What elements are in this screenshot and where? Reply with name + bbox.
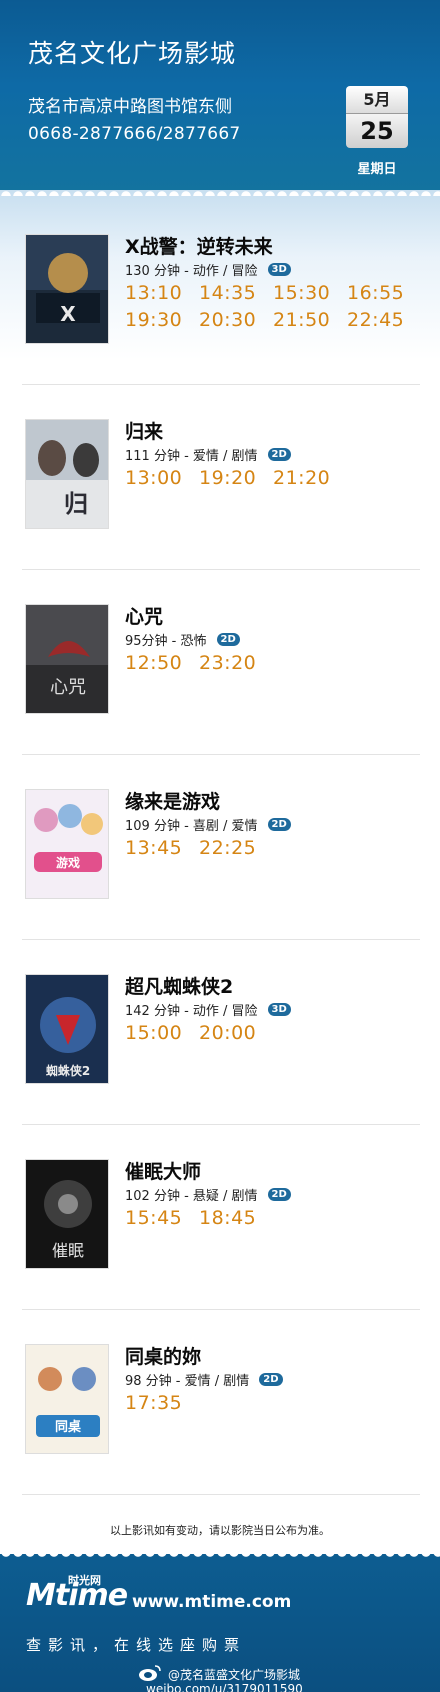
showtime[interactable]: 15:00 <box>125 1022 182 1044</box>
showtime[interactable]: 21:50 <box>273 309 330 331</box>
movie-duration-genre: 102 分钟 - 悬疑 / 剧情 <box>125 1189 258 1204</box>
cinema-phone[interactable]: 0668-2877666/2877667 <box>28 124 241 144</box>
footer: Mtime 时光网 www.mtime.com 查影讯，在线选座购票 @茂名蓝盛… <box>0 1554 440 1692</box>
date-day: 25 <box>346 114 408 148</box>
weibo-account[interactable]: @茂名蓝盛文化广场影城 <box>168 1666 300 1683</box>
movie-title[interactable]: X战警：逆转未来 <box>125 232 273 259</box>
movie-meta: 102 分钟 - 悬疑 / 剧情 2D <box>125 1185 291 1204</box>
schedule-notice: 以上影讯如有变动，请以影院当日公布为准。 <box>110 1524 330 1537</box>
movie-meta: 109 分钟 - 喜剧 / 爱情 2D <box>125 815 291 834</box>
movie-poster[interactable]: 催眠 <box>25 1159 109 1269</box>
date-calendar: 5月 25 <box>346 86 408 148</box>
movie-meta: 111 分钟 - 爱情 / 剧情 2D <box>125 445 291 464</box>
divider <box>22 939 420 940</box>
movie-item[interactable]: 游戏 缘来是游戏 109 分钟 - 喜剧 / 爱情 2D 13:45 22:25 <box>22 777 420 962</box>
movie-poster[interactable]: 游戏 <box>25 789 109 899</box>
showtime[interactable]: 18:45 <box>199 1207 256 1229</box>
movie-item[interactable]: 归 归来 111 分钟 - 爱情 / 剧情 2D 13:00 19:20 21:… <box>22 407 420 592</box>
movie-duration-genre: 130 分钟 - 动作 / 冒险 <box>125 264 258 279</box>
divider <box>22 1309 420 1310</box>
showtime[interactable]: 21:20 <box>273 467 330 489</box>
weibo-url-link[interactable]: weibo.com/u/3179011590 <box>146 1682 303 1692</box>
svg-text:催眠: 催眠 <box>52 1241 84 1260</box>
movie-duration-genre: 95分钟 - 恐怖 <box>125 634 207 649</box>
mtime-logo[interactable]: Mtime 时光网 <box>26 1574 128 1614</box>
scalloped-edge <box>0 186 440 196</box>
movie-meta: 95分钟 - 恐怖 2D <box>125 630 240 649</box>
scalloped-edge <box>0 1552 440 1562</box>
movie-title[interactable]: 缘来是游戏 <box>125 787 220 814</box>
movie-title[interactable]: 同桌的妳 <box>125 1342 201 1369</box>
svg-text:游戏: 游戏 <box>56 855 80 870</box>
format-badge: 2D <box>267 1188 291 1201</box>
format-badge: 2D <box>216 633 240 646</box>
showtime[interactable]: 14:35 <box>199 282 256 304</box>
site-url-link[interactable]: www.mtime.com <box>132 1592 291 1612</box>
showtime[interactable]: 15:45 <box>125 1207 182 1229</box>
divider <box>22 569 420 570</box>
movie-title[interactable]: 超凡蜘蛛侠2 <box>125 972 233 999</box>
showtime[interactable]: 20:00 <box>199 1022 256 1044</box>
divider <box>22 1124 420 1125</box>
movie-meta: 98 分钟 - 爱情 / 剧情 2D <box>125 1370 283 1389</box>
format-badge: 3D <box>267 1003 291 1016</box>
movie-meta: 130 分钟 - 动作 / 冒险 3D <box>125 260 291 279</box>
divider <box>22 754 420 755</box>
footer-slogan: 查影讯，在线选座购票 <box>26 1636 247 1654</box>
movie-item[interactable]: 心咒 心咒 95分钟 - 恐怖 2D 12:50 23:20 <box>22 592 420 777</box>
format-badge: 3D <box>267 263 291 276</box>
movie-duration-genre: 98 分钟 - 爱情 / 剧情 <box>125 1374 250 1389</box>
showtime[interactable]: 23:20 <box>199 652 256 674</box>
showtime[interactable]: 16:55 <box>347 282 404 304</box>
movie-title[interactable]: 归来 <box>125 417 163 444</box>
movie-item[interactable]: 同桌 同桌的妳 98 分钟 - 爱情 / 剧情 2D 17:35 <box>22 1332 420 1517</box>
format-badge: 2D <box>267 448 291 461</box>
weibo-icon <box>139 1665 161 1681</box>
movie-duration-genre: 142 分钟 - 动作 / 冒险 <box>125 1004 258 1019</box>
movie-poster[interactable]: 心咒 <box>25 604 109 714</box>
movie-poster[interactable]: X <box>25 234 109 344</box>
movie-duration-genre: 109 分钟 - 喜剧 / 爱情 <box>125 819 258 834</box>
movie-item[interactable]: X X战警：逆转未来 130 分钟 - 动作 / 冒险 3D 13:10 14:… <box>22 222 420 407</box>
showtime[interactable]: 12:50 <box>125 652 182 674</box>
showtime[interactable]: 13:00 <box>125 467 182 489</box>
cinema-address: 茂名市高凉中路图书馆东侧 <box>28 97 232 117</box>
showtime[interactable]: 15:30 <box>273 282 330 304</box>
movie-poster[interactable]: 归 <box>25 419 109 529</box>
showtime[interactable]: 22:45 <box>347 309 404 331</box>
showtime[interactable]: 20:30 <box>199 309 256 331</box>
movie-duration-genre: 111 分钟 - 爱情 / 剧情 <box>125 449 258 464</box>
showtime[interactable]: 13:45 <box>125 837 182 859</box>
showtime[interactable]: 19:30 <box>125 309 182 331</box>
format-badge: 2D <box>267 818 291 831</box>
cinema-name: 茂名文化广场影城 <box>28 39 237 68</box>
svg-text:心咒: 心咒 <box>50 677 86 698</box>
divider <box>22 1494 420 1495</box>
svg-text:X: X <box>60 302 76 326</box>
showtime[interactable]: 22:25 <box>199 837 256 859</box>
movie-title[interactable]: 心咒 <box>125 602 163 629</box>
svg-text:蜘蛛侠2: 蜘蛛侠2 <box>46 1063 90 1078</box>
movie-item[interactable]: 催眠 催眠大师 102 分钟 - 悬疑 / 剧情 2D 15:45 18:45 <box>22 1147 420 1332</box>
showtime[interactable]: 13:10 <box>125 282 182 304</box>
format-badge: 2D <box>259 1373 283 1386</box>
svg-text:同桌: 同桌 <box>55 1419 82 1435</box>
movie-poster[interactable]: 同桌 <box>25 1344 109 1454</box>
movie-title[interactable]: 催眠大师 <box>125 1157 201 1184</box>
date-weekday: 星期日 <box>357 162 397 177</box>
showtime[interactable]: 17:35 <box>125 1392 182 1414</box>
date-month: 5月 <box>346 86 408 114</box>
movie-meta: 142 分钟 - 动作 / 冒险 3D <box>125 1000 291 1019</box>
showtime[interactable]: 19:20 <box>199 467 256 489</box>
divider <box>22 384 420 385</box>
logo-subtext: 时光网 <box>68 1574 101 1587</box>
svg-text:归: 归 <box>64 489 88 518</box>
movie-poster[interactable]: 蜘蛛侠2 <box>25 974 109 1084</box>
movie-item[interactable]: 蜘蛛侠2 超凡蜘蛛侠2 142 分钟 - 动作 / 冒险 3D 15:00 20… <box>22 962 420 1147</box>
cinema-header: 茂名文化广场影城 茂名市高凉中路图书馆东侧 0668-2877666/28776… <box>0 0 440 190</box>
